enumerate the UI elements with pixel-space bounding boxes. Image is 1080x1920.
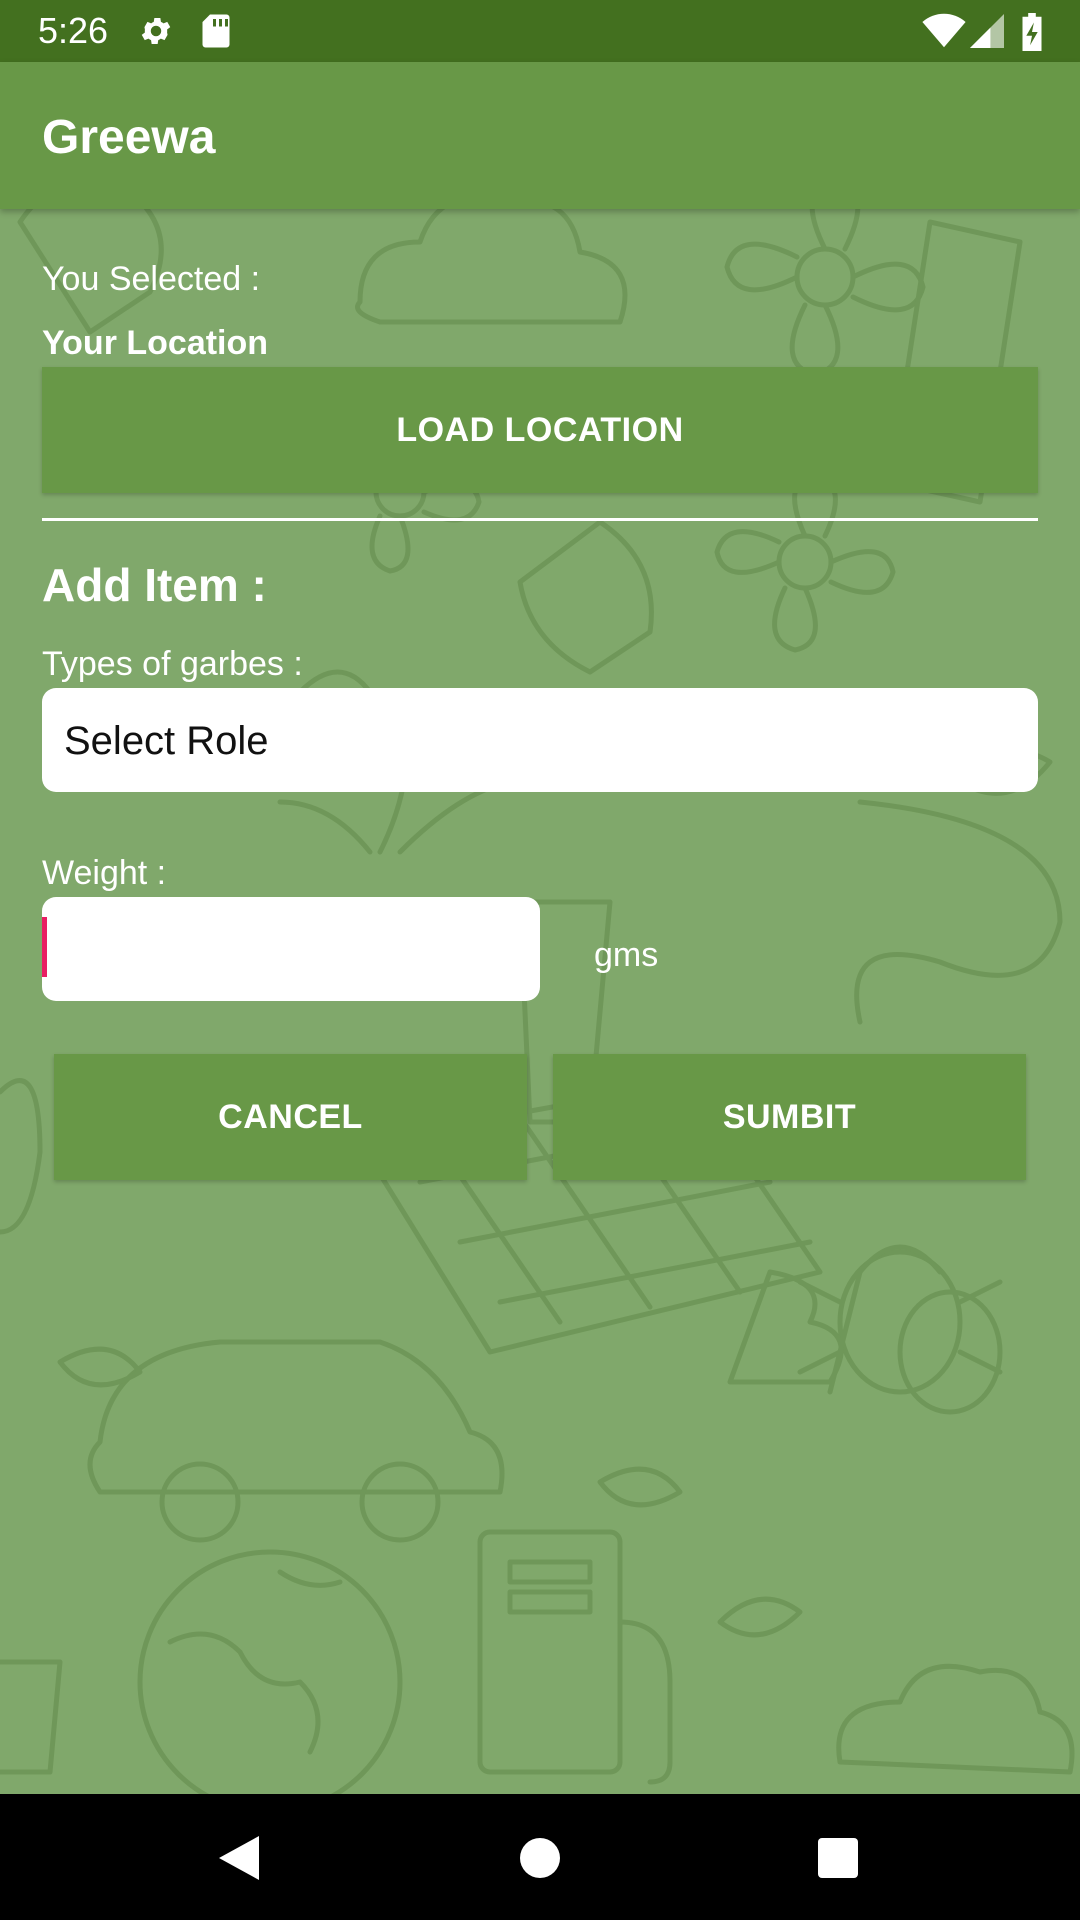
home-icon[interactable]	[520, 1838, 560, 1878]
app-title: Greewa	[42, 111, 216, 164]
wifi-icon	[922, 13, 966, 48]
app-bar: Greewa	[0, 62, 1080, 209]
garbage-type-select[interactable]: Select Role	[42, 688, 1038, 792]
load-location-button[interactable]: LOAD LOCATION	[42, 367, 1038, 493]
sd-card-icon	[202, 14, 230, 48]
battery-charging-icon	[1022, 13, 1042, 51]
status-time: 5:26	[38, 10, 109, 51]
selected-location-value: Your Location	[42, 324, 269, 362]
recents-icon[interactable]	[818, 1838, 858, 1878]
screen: 5:26 Greewa You Selected : Your Location…	[0, 0, 1080, 1920]
status-bar: 5:26	[0, 0, 1080, 62]
garbage-type-selected-value: Select Role	[64, 719, 269, 763]
submit-button[interactable]: SUMBIT	[553, 1054, 1026, 1180]
gear-icon	[141, 17, 171, 45]
add-item-heading: Add Item :	[42, 559, 267, 611]
weight-input[interactable]	[42, 897, 540, 1001]
weight-label: Weight :	[42, 854, 167, 892]
navigation-bar	[0, 1794, 1080, 1920]
garbage-type-label: Types of garbes :	[42, 645, 303, 683]
weight-unit-label: gms	[594, 936, 659, 974]
back-icon[interactable]	[218, 1836, 260, 1880]
signal-icon	[970, 14, 1004, 48]
text-cursor	[42, 917, 47, 977]
selected-label: You Selected :	[42, 260, 261, 298]
divider	[42, 518, 1038, 521]
cancel-button[interactable]: CANCEL	[54, 1054, 527, 1180]
